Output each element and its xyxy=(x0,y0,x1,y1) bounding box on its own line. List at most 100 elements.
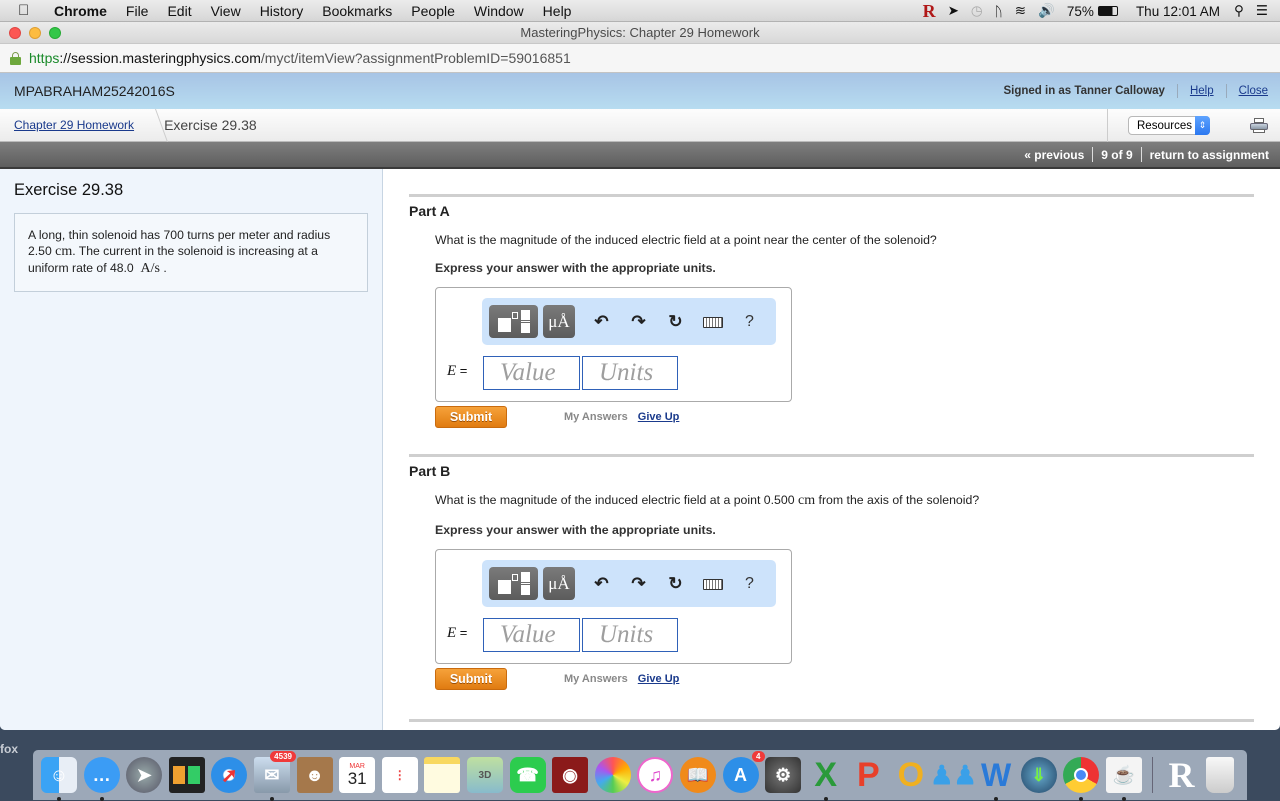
safari-icon[interactable]: ➚ xyxy=(211,757,248,793)
keyboard-icon[interactable] xyxy=(694,314,731,329)
give-up-link[interactable]: Give Up xyxy=(638,411,680,423)
bluetooth-icon[interactable]: ᚢ xyxy=(995,4,1003,19)
submit-button[interactable]: Submit xyxy=(435,667,507,690)
photos-icon[interactable] xyxy=(594,757,631,793)
minimize-window-button[interactable] xyxy=(29,26,41,39)
notes-icon[interactable] xyxy=(424,757,461,793)
finder-icon[interactable]: ☺ xyxy=(41,757,77,801)
units-input[interactable]: Units xyxy=(582,356,678,390)
network-utility-icon[interactable]: ⇓ xyxy=(1020,757,1057,793)
menu-people[interactable]: People xyxy=(411,3,455,19)
volume-icon[interactable]: 🔊 xyxy=(1038,3,1055,19)
close-link[interactable]: Close xyxy=(1239,85,1268,97)
help-button[interactable]: ? xyxy=(731,575,768,593)
menu-app-chrome[interactable]: Chrome xyxy=(54,3,107,19)
problem-text: . xyxy=(163,261,167,275)
answer-actions: Submit My Answers Give Up xyxy=(435,405,1254,428)
maps-icon[interactable]: 3D xyxy=(466,757,503,793)
address-bar[interactable]: https://session.masteringphysics.com/myc… xyxy=(0,44,1280,73)
menu-view[interactable]: View xyxy=(211,3,241,19)
java-icon[interactable]: ☕ xyxy=(1105,757,1142,801)
window-titlebar: MasteringPhysics: Chapter 29 Homework xyxy=(0,22,1280,44)
spotlight-search-icon[interactable]: ⚲ xyxy=(1234,3,1244,19)
units-input[interactable]: Units xyxy=(582,618,678,652)
reset-icon[interactable]: ↻ xyxy=(657,312,694,332)
lock-icon[interactable] xyxy=(10,51,21,65)
return-to-assignment-link[interactable]: return to assignment xyxy=(1150,148,1269,162)
submit-button[interactable]: Submit xyxy=(435,405,507,428)
ibooks-icon[interactable]: 📖 xyxy=(679,757,716,793)
contacts-icon[interactable]: ☻ xyxy=(296,757,333,793)
print-icon[interactable] xyxy=(1250,118,1268,133)
calendar-day: 31 xyxy=(347,768,367,788)
notification-center-icon[interactable]: ☰ xyxy=(1256,3,1268,19)
r-app-icon[interactable]: R xyxy=(1163,755,1199,795)
problem-panel: Exercise 29.38 A long, thin solenoid has… xyxy=(0,169,383,730)
undo-icon[interactable]: ↶ xyxy=(583,574,620,594)
keyboard-icon[interactable] xyxy=(694,576,731,591)
calendar-icon[interactable]: MAR 31 xyxy=(339,757,376,793)
messages-icon[interactable]: … xyxy=(83,757,120,801)
menu-history[interactable]: History xyxy=(260,3,304,19)
reset-icon[interactable]: ↻ xyxy=(657,574,694,594)
lync-icon[interactable]: ♟♟ xyxy=(930,757,977,793)
question-text-part: from the axis of the solenoid? xyxy=(818,493,980,507)
templates-button[interactable] xyxy=(489,305,538,338)
outlook-icon[interactable]: O xyxy=(893,756,929,794)
wifi-icon[interactable]: ≋ xyxy=(1015,3,1026,19)
templates-button[interactable] xyxy=(489,567,538,600)
menu-edit[interactable]: Edit xyxy=(167,3,191,19)
apple-menu-icon[interactable]:  xyxy=(18,2,32,19)
battery-percent[interactable]: 75% xyxy=(1067,4,1094,19)
answer-actions: Submit My Answers Give Up xyxy=(435,667,1254,690)
reminders-icon[interactable]: ⋮ xyxy=(381,757,418,793)
launchpad-icon[interactable]: ➤ xyxy=(126,757,163,793)
powerpoint-icon[interactable]: P xyxy=(850,756,886,794)
value-input[interactable]: Value xyxy=(483,356,580,390)
undo-icon[interactable]: ↶ xyxy=(583,312,620,332)
mail-badge: 4539 xyxy=(270,751,296,762)
help-link[interactable]: Help xyxy=(1190,85,1214,97)
system-preferences-icon[interactable]: ⚙ xyxy=(765,757,802,793)
itunes-icon[interactable]: ♫ xyxy=(637,757,674,793)
battery-icon[interactable] xyxy=(1097,6,1118,16)
app-store-icon[interactable]: A4 xyxy=(722,751,765,793)
problem-text: A long, thin solenoid has 700 turns per … xyxy=(28,228,331,242)
macos-dock: ☺ … ➤ ➚ ✉ 4539 ☻ MAR 31 ⋮ 3D ☎ ◉ ♫ 📖 A4 ⚙ … xyxy=(33,750,1247,801)
photo-booth-icon[interactable]: ◉ xyxy=(552,757,589,793)
menu-file[interactable]: File xyxy=(126,3,149,19)
menu-help[interactable]: Help xyxy=(543,3,572,19)
math-toolbar: μÅ ↶ ↷ ↻ ? xyxy=(482,560,776,607)
clock[interactable]: Thu 12:01 AM xyxy=(1136,4,1220,19)
excel-icon[interactable]: X xyxy=(808,756,844,801)
equation-label: E = xyxy=(447,363,467,380)
menu-window[interactable]: Window xyxy=(474,3,524,19)
units-button[interactable]: μÅ xyxy=(543,305,575,338)
help-button[interactable]: ? xyxy=(731,313,768,331)
location-arrow-icon[interactable]: ➤ xyxy=(948,3,959,19)
give-up-link[interactable]: Give Up xyxy=(638,673,680,685)
mission-control-icon[interactable] xyxy=(168,757,205,793)
chrome-icon[interactable] xyxy=(1063,757,1100,801)
part-label[interactable]: Part C xyxy=(409,728,1254,730)
word-icon[interactable]: W xyxy=(978,757,1014,801)
menu-bookmarks[interactable]: Bookmarks xyxy=(322,3,392,19)
previous-link[interactable]: « previous xyxy=(1024,148,1084,162)
status-area: R ➤ ◷ ᚢ ≋ 🔊 75% Thu 12:01 AM ⚲ ☰ xyxy=(911,0,1268,22)
close-window-button[interactable] xyxy=(9,26,21,39)
units-button[interactable]: μÅ xyxy=(543,567,575,600)
divider xyxy=(1176,84,1178,98)
answer-box: μÅ ↶ ↷ ↻ ? E = Value Units xyxy=(435,549,792,664)
trash-icon[interactable] xyxy=(1206,757,1235,793)
part-label: Part B xyxy=(409,463,451,479)
breadcrumb-assignment-link[interactable]: Chapter 29 Homework xyxy=(0,109,148,142)
value-input[interactable]: Value xyxy=(483,618,580,652)
resources-select[interactable]: Resources ⇕ xyxy=(1128,116,1210,135)
r-status-icon[interactable]: R xyxy=(923,1,936,22)
mail-icon[interactable]: ✉ 4539 xyxy=(253,751,296,801)
redo-icon[interactable]: ↷ xyxy=(620,574,657,594)
zoom-window-button[interactable] xyxy=(49,26,61,39)
facetime-icon[interactable]: ☎ xyxy=(509,757,546,793)
redo-icon[interactable]: ↷ xyxy=(620,312,657,332)
time-machine-icon[interactable]: ◷ xyxy=(971,3,983,19)
